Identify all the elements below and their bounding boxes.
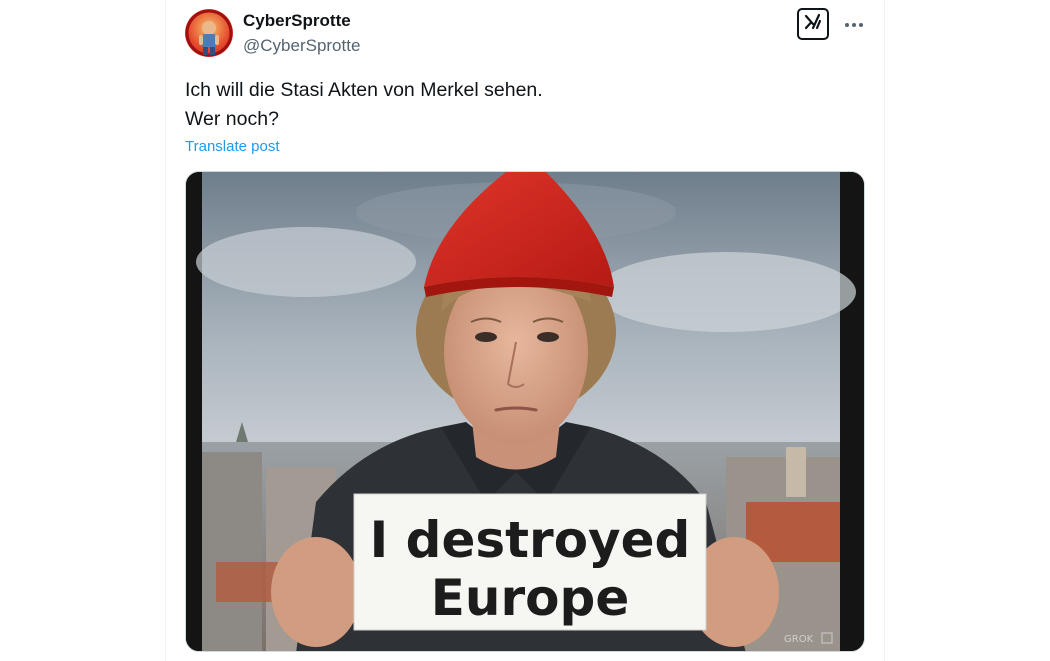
post-text: Ich will die Stasi Akten von Merkel sehe… bbox=[185, 76, 543, 134]
grok-icon bbox=[803, 12, 823, 37]
post-text-line: Wer noch? bbox=[185, 108, 279, 130]
author-display-name[interactable]: CyberSprotte bbox=[243, 11, 351, 31]
more-options-button[interactable] bbox=[840, 10, 868, 38]
post-media-image[interactable]: I destroyed Europe GROK bbox=[185, 171, 865, 652]
timeline-border-left bbox=[165, 0, 166, 661]
grok-watermark: GROK bbox=[784, 634, 814, 645]
author-avatar[interactable] bbox=[185, 9, 233, 57]
grok-button[interactable] bbox=[797, 8, 829, 40]
timeline-border-right bbox=[884, 0, 885, 661]
author-handle[interactable]: @CyberSprotte bbox=[243, 36, 360, 56]
more-options-icon bbox=[844, 15, 864, 33]
sign-text-line-1: I destroyed bbox=[370, 511, 691, 569]
post-text-line: Ich will die Stasi Akten von Merkel sehe… bbox=[185, 79, 543, 101]
sign-text-line-2: Europe bbox=[431, 569, 629, 627]
translate-post-link[interactable]: Translate post bbox=[185, 138, 280, 155]
